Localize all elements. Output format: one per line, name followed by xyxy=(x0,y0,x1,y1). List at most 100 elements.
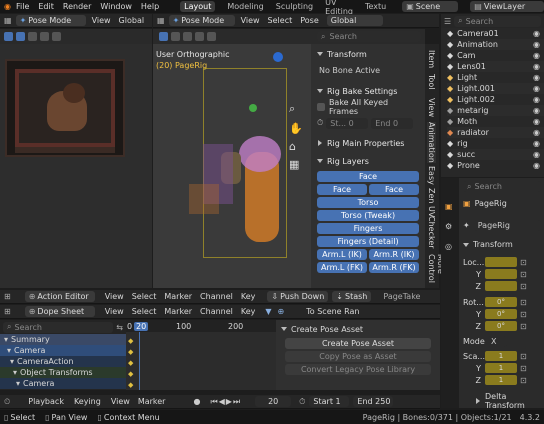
scene-selector[interactable]: ▣ Scene xyxy=(402,1,459,12)
vp-box-icon[interactable] xyxy=(171,32,180,41)
ae-menu-key[interactable]: Key xyxy=(241,292,256,301)
outliner-item[interactable]: ◆ Light ◉ xyxy=(447,72,544,83)
page-take-action[interactable]: PageTake xyxy=(383,292,420,301)
visibility-eye-icon[interactable]: ◉ xyxy=(533,139,540,148)
visibility-eye-icon[interactable]: ◉ xyxy=(533,150,540,159)
rig-layers-header[interactable]: Rig Layers xyxy=(317,155,419,167)
ae-menu-view[interactable]: View xyxy=(105,292,124,301)
layer-fingers-detail-button[interactable]: Fingers (Detail) xyxy=(317,236,419,247)
menu-window[interactable]: Window xyxy=(100,2,132,11)
dope-sheet-keys[interactable]: 0 20 100 200 ◆ ◆ ◆ ◆ ◆ xyxy=(126,320,276,390)
layer-face-button[interactable]: Face xyxy=(317,171,419,182)
location-z-field[interactable] xyxy=(485,281,517,291)
visibility-eye-icon[interactable]: ◉ xyxy=(533,84,540,93)
vp-lasso-icon[interactable] xyxy=(195,32,204,41)
viewport-orientation-dropdown[interactable]: Global xyxy=(326,15,383,26)
pose-asset-header[interactable]: Create Pose Asset xyxy=(281,323,435,335)
editor-type-icon[interactable]: ▦ xyxy=(4,16,12,25)
prop-tab-physics-icon[interactable]: ◎ xyxy=(445,242,452,251)
keyframe-summary[interactable]: ◆ xyxy=(128,337,133,345)
lock-icon[interactable]: ⊡ xyxy=(520,258,527,267)
visibility-eye-icon[interactable]: ◉ xyxy=(533,62,540,71)
timeline-icon[interactable]: ⏲ xyxy=(4,397,10,407)
current-frame-indicator[interactable]: 20 xyxy=(134,321,149,331)
camera-preview-area[interactable] xyxy=(0,44,152,288)
scale-x-field[interactable]: 1 xyxy=(485,351,517,361)
properties-search[interactable]: ⌕ Search xyxy=(463,181,541,192)
outliner-item[interactable]: ◆ rig ◉ xyxy=(447,138,544,149)
visibility-eye-icon[interactable]: ◉ xyxy=(533,73,540,82)
outliner-item[interactable]: ◆ Camera01 ◉ xyxy=(447,28,544,39)
tab-modeling[interactable]: Modeling xyxy=(227,2,263,11)
tab-tool[interactable]: Tool xyxy=(427,74,436,90)
visibility-eye-icon[interactable]: ◉ xyxy=(533,128,540,137)
tab-layout[interactable]: Layout xyxy=(180,1,216,12)
layer-arm-r-ik-button[interactable]: Arm.R (IK) xyxy=(369,249,419,260)
outliner-item[interactable]: ◆ Moth ◉ xyxy=(447,116,544,127)
vp-circle-icon[interactable] xyxy=(183,32,192,41)
grid-view-icon[interactable]: ▦ xyxy=(289,158,299,171)
blender-logo-icon[interactable]: ◉ xyxy=(4,2,11,11)
dope-channel-row[interactable]: ▾ Camera xyxy=(0,345,126,356)
delta-transform-header[interactable]: Delta Transform xyxy=(475,392,544,410)
lock-icon[interactable]: ⊡ xyxy=(520,282,527,291)
dope-channel-row[interactable]: ▾ Camera xyxy=(0,378,126,389)
outliner-search[interactable]: ⌕ Search xyxy=(454,15,541,27)
menu-file[interactable]: File xyxy=(16,2,29,11)
push-down-button[interactable]: ⇩ Push Down xyxy=(267,291,329,302)
tl-menu-marker[interactable]: Marker xyxy=(138,397,166,406)
layer-torso-button[interactable]: Torso xyxy=(317,197,419,208)
layer-face-secondary-button[interactable]: Face (Seco... xyxy=(369,184,419,205)
end-frame-field[interactable]: End 0 xyxy=(371,117,414,129)
menu-render[interactable]: Render xyxy=(63,2,91,11)
outliner-item[interactable]: ◆ radiator ◉ xyxy=(447,127,544,138)
dope-channel-row[interactable]: ▾ CameraAction xyxy=(0,356,126,367)
visibility-eye-icon[interactable]: ◉ xyxy=(533,40,540,49)
view-layer-selector[interactable]: ▤ ViewLayer xyxy=(470,1,544,12)
scale-y-field[interactable]: 1 xyxy=(485,363,517,373)
tl-menu-keying[interactable]: Keying xyxy=(74,397,101,406)
create-pose-asset-button[interactable]: Create Pose Asset xyxy=(285,338,431,349)
action-editor-type[interactable]: ⊕ Action Editor xyxy=(24,291,95,302)
end-frame-field[interactable]: End 250 xyxy=(353,396,394,407)
outliner-item[interactable]: ◆ Light.002 ◉ xyxy=(447,94,544,105)
lock-icon[interactable]: ⊡ xyxy=(520,322,527,331)
tab-checker[interactable]: Checker xyxy=(427,216,436,249)
rotation-z-field[interactable]: 0° xyxy=(485,321,517,331)
dope-sheet-type[interactable]: ⊕ Dope Sheet xyxy=(24,306,95,317)
select-circle-icon[interactable] xyxy=(28,32,37,41)
vp-select-icon[interactable] xyxy=(159,32,168,41)
record-icon[interactable]: ● xyxy=(193,397,200,406)
playback-controls-icon[interactable]: ⏮◀▶⏭ xyxy=(210,397,241,407)
rotation-x-field[interactable]: 0° xyxy=(485,297,517,307)
tl-menu-playback[interactable]: Playback xyxy=(28,397,64,406)
tab-texture[interactable]: Textu xyxy=(365,2,386,11)
left-menu-view[interactable]: View xyxy=(92,16,111,25)
tab-animation[interactable]: Animation xyxy=(427,122,436,163)
select-lasso-icon[interactable] xyxy=(40,32,49,41)
ae-menu-select[interactable]: Select xyxy=(132,292,157,301)
expand-chevron-icon[interactable]: ▾ xyxy=(7,346,11,355)
viewport-menu-view[interactable]: View xyxy=(241,16,260,25)
prop-transform-header[interactable]: Transform xyxy=(463,240,513,249)
frame-ruler[interactable]: 0 20 100 200 xyxy=(126,320,276,332)
location-x-field[interactable] xyxy=(485,257,517,267)
copy-pose-asset-button[interactable]: Copy Pose as Asset xyxy=(285,351,431,362)
select-tool-icon[interactable] xyxy=(4,32,13,41)
lock-icon[interactable]: ⊡ xyxy=(520,364,527,373)
ae-menu-channel[interactable]: Channel xyxy=(200,292,233,301)
select-mode-icon[interactable] xyxy=(52,32,61,41)
keyframe-action[interactable]: ◆ xyxy=(128,359,133,367)
tl-menu-view[interactable]: View xyxy=(111,397,130,406)
lock-icon[interactable]: ⊡ xyxy=(520,376,527,385)
viewport-mode-dropdown[interactable]: ✦ Pose Mode xyxy=(168,15,235,26)
channel-search[interactable]: ⌕ Search xyxy=(3,321,114,333)
dope-channel-row[interactable]: ▾ Object Transforms xyxy=(0,367,126,378)
zoom-icon[interactable]: ⌕ xyxy=(289,102,295,116)
viewport-menu-pose[interactable]: Pose xyxy=(300,16,319,25)
snap-icon[interactable]: ⊕ xyxy=(278,307,285,316)
viewport-menu-select[interactable]: Select xyxy=(268,16,293,25)
prop-tab-object-icon[interactable]: ▣ xyxy=(445,202,453,211)
frame-range-icon[interactable]: ⇆ xyxy=(116,323,123,332)
prop-tab-bone-icon[interactable]: ⚙ xyxy=(445,222,452,231)
